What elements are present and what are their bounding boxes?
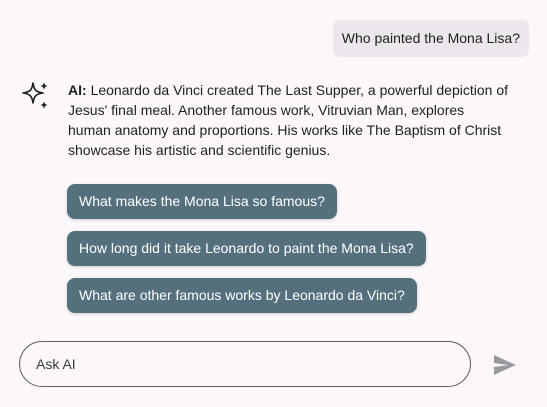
ai-response: AI: Leonardo da Vinci created The Last S… [68,80,508,160]
ai-response-text: Leonardo da Vinci created The Last Suppe… [68,82,508,158]
send-icon [494,355,516,375]
sparkle-icon [20,80,52,112]
suggestion-chip[interactable]: What makes the Mona Lisa so famous? [67,184,337,219]
send-button[interactable] [492,353,518,377]
suggestion-list: What makes the Mona Lisa so famous? How … [67,184,426,325]
user-message-bubble: Who painted the Mona Lisa? [332,20,529,57]
suggestion-chip[interactable]: What are other famous works by Leonardo … [67,278,417,313]
ask-ai-input[interactable] [36,342,446,385]
chat-input-container [19,341,471,387]
suggestion-chip[interactable]: How long did it take Leonardo to paint t… [67,231,426,266]
ai-response-label: AI: [68,82,87,98]
